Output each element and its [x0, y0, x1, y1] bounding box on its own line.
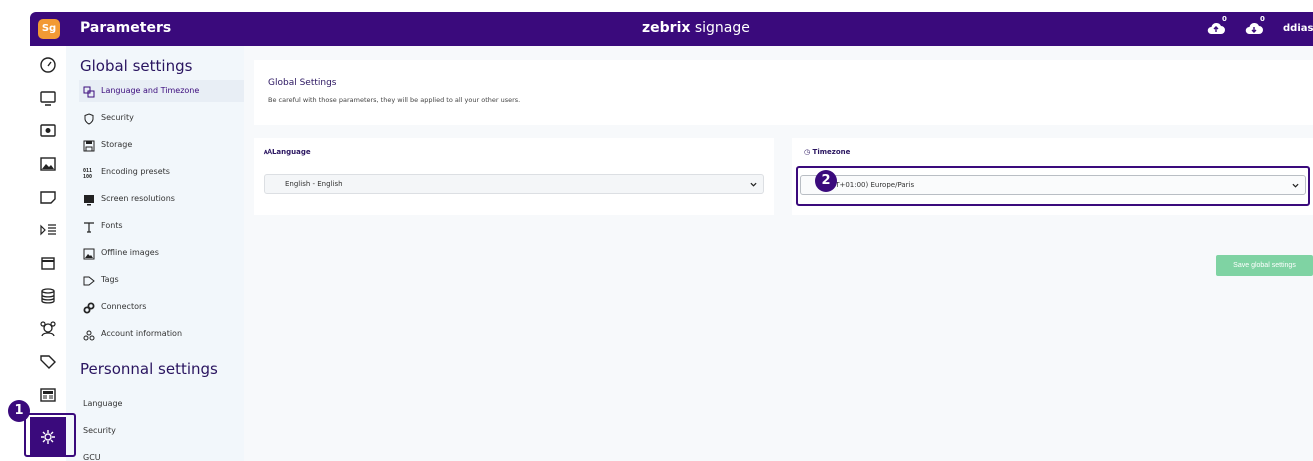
- image-icon: [83, 247, 95, 259]
- brand-name: zebrix signage: [642, 20, 750, 36]
- floppy-icon: [83, 139, 95, 151]
- nav-item-connectors[interactable]: Connectors: [79, 296, 244, 318]
- database-icon[interactable]: [39, 287, 57, 305]
- nav-item-screen-resolutions[interactable]: Screen resolutions: [79, 188, 244, 210]
- language-icon: [83, 85, 95, 97]
- nav-item-encoding-presets[interactable]: 011 100 Encoding presets: [79, 161, 244, 183]
- nav-item-label: Fonts: [101, 221, 123, 230]
- font-icon: [83, 220, 95, 233]
- media-icon[interactable]: [39, 188, 57, 206]
- global-settings-heading: Global settings: [80, 57, 193, 75]
- player-icon[interactable]: [39, 122, 57, 140]
- language-select-value: English - English: [285, 180, 343, 188]
- link-icon: [83, 301, 95, 313]
- personal-settings-heading: Personnal settings: [80, 360, 218, 378]
- binary-icon: 011 100: [83, 166, 95, 180]
- cloud-upload-badge: 0: [1222, 15, 1227, 23]
- svg-text:100: 100: [83, 174, 92, 179]
- language-card: 🗚Language English - English: [254, 138, 774, 215]
- nav-item-storage[interactable]: Storage: [79, 134, 244, 156]
- nav-item-label: Storage: [101, 140, 133, 149]
- user-menu[interactable]: ddias: [1283, 23, 1313, 34]
- nav-item-offline-images[interactable]: Offline images: [79, 242, 244, 264]
- settings-nav: Global settings Language and Timezone Se…: [66, 46, 244, 461]
- language-card-title: 🗚Language: [264, 148, 311, 157]
- tags-icon: [83, 274, 95, 286]
- timezone-card-title: ◷ Timezone: [804, 148, 850, 156]
- page-title: Parameters: [80, 20, 172, 36]
- nav-item-label: Offline images: [101, 248, 159, 257]
- main-nav-rail: [30, 46, 66, 461]
- language-select[interactable]: English - English: [264, 174, 764, 194]
- save-global-settings-button[interactable]: Save global settings: [1216, 255, 1313, 276]
- nav-item-language-timezone[interactable]: Language and Timezone: [79, 80, 244, 102]
- global-settings-info-card: Global Settings Be careful with those pa…: [254, 60, 1313, 125]
- calendar-icon[interactable]: [39, 254, 57, 272]
- nav-item-account-information[interactable]: Account information: [79, 323, 244, 345]
- settings-highlight-box: [24, 413, 76, 457]
- nav-item-label: Security: [101, 113, 134, 122]
- nav-item-security[interactable]: Security: [79, 107, 244, 129]
- cloud-download-badge: 0: [1260, 15, 1265, 23]
- step-badge-1: 1: [8, 400, 30, 422]
- language-title-icon: 🗚: [264, 148, 272, 156]
- timezone-title-label: Timezone: [812, 148, 851, 156]
- dashboard-icon[interactable]: [39, 56, 57, 74]
- nav-item-label: Language and Timezone: [101, 86, 200, 95]
- playlist-icon[interactable]: [39, 221, 57, 239]
- nav-item-fonts[interactable]: Fonts: [79, 215, 244, 237]
- nav-item-label: Tags: [101, 275, 119, 284]
- brand-rest: signage: [690, 20, 750, 36]
- screen-icon: [83, 193, 95, 205]
- account-icon: [83, 328, 95, 340]
- language-title-label: Language: [271, 148, 311, 156]
- nav-item-gcu[interactable]: GCU: [83, 453, 101, 461]
- clock-icon: ◷: [804, 148, 813, 156]
- tag-icon[interactable]: [39, 353, 57, 371]
- cloud-download-icon[interactable]: 0: [1244, 15, 1265, 36]
- nav-item-label: Account information: [101, 329, 183, 338]
- shield-icon: [83, 112, 95, 125]
- chevron-down-icon: [750, 182, 757, 187]
- news-icon[interactable]: [39, 386, 57, 404]
- monitor-icon[interactable]: [39, 89, 57, 107]
- app-logo[interactable]: Sg: [38, 19, 60, 39]
- info-description: Be careful with those parameters, they w…: [268, 96, 521, 104]
- app-window: Sg Parameters zebrix signage 0 0 ddias G…: [30, 12, 1313, 461]
- timezone-highlight-box: [796, 166, 1310, 206]
- nav-item-personal-security[interactable]: Security: [83, 426, 116, 435]
- nav-item-label: Connectors: [101, 302, 147, 311]
- info-title: Global Settings: [268, 78, 337, 88]
- nav-item-label: Encoding presets: [101, 167, 170, 176]
- nav-item-tags[interactable]: Tags: [79, 269, 244, 291]
- step-badge-2: 2: [815, 170, 837, 192]
- users-icon[interactable]: [39, 320, 57, 338]
- image-icon[interactable]: [39, 155, 57, 173]
- nav-item-label: Screen resolutions: [101, 194, 175, 203]
- nav-item-personal-language[interactable]: Language: [83, 399, 122, 408]
- brand-bold: zebrix: [642, 20, 691, 36]
- cloud-upload-icon[interactable]: 0: [1206, 15, 1227, 36]
- top-bar: Sg Parameters zebrix signage 0 0 ddias: [30, 12, 1313, 46]
